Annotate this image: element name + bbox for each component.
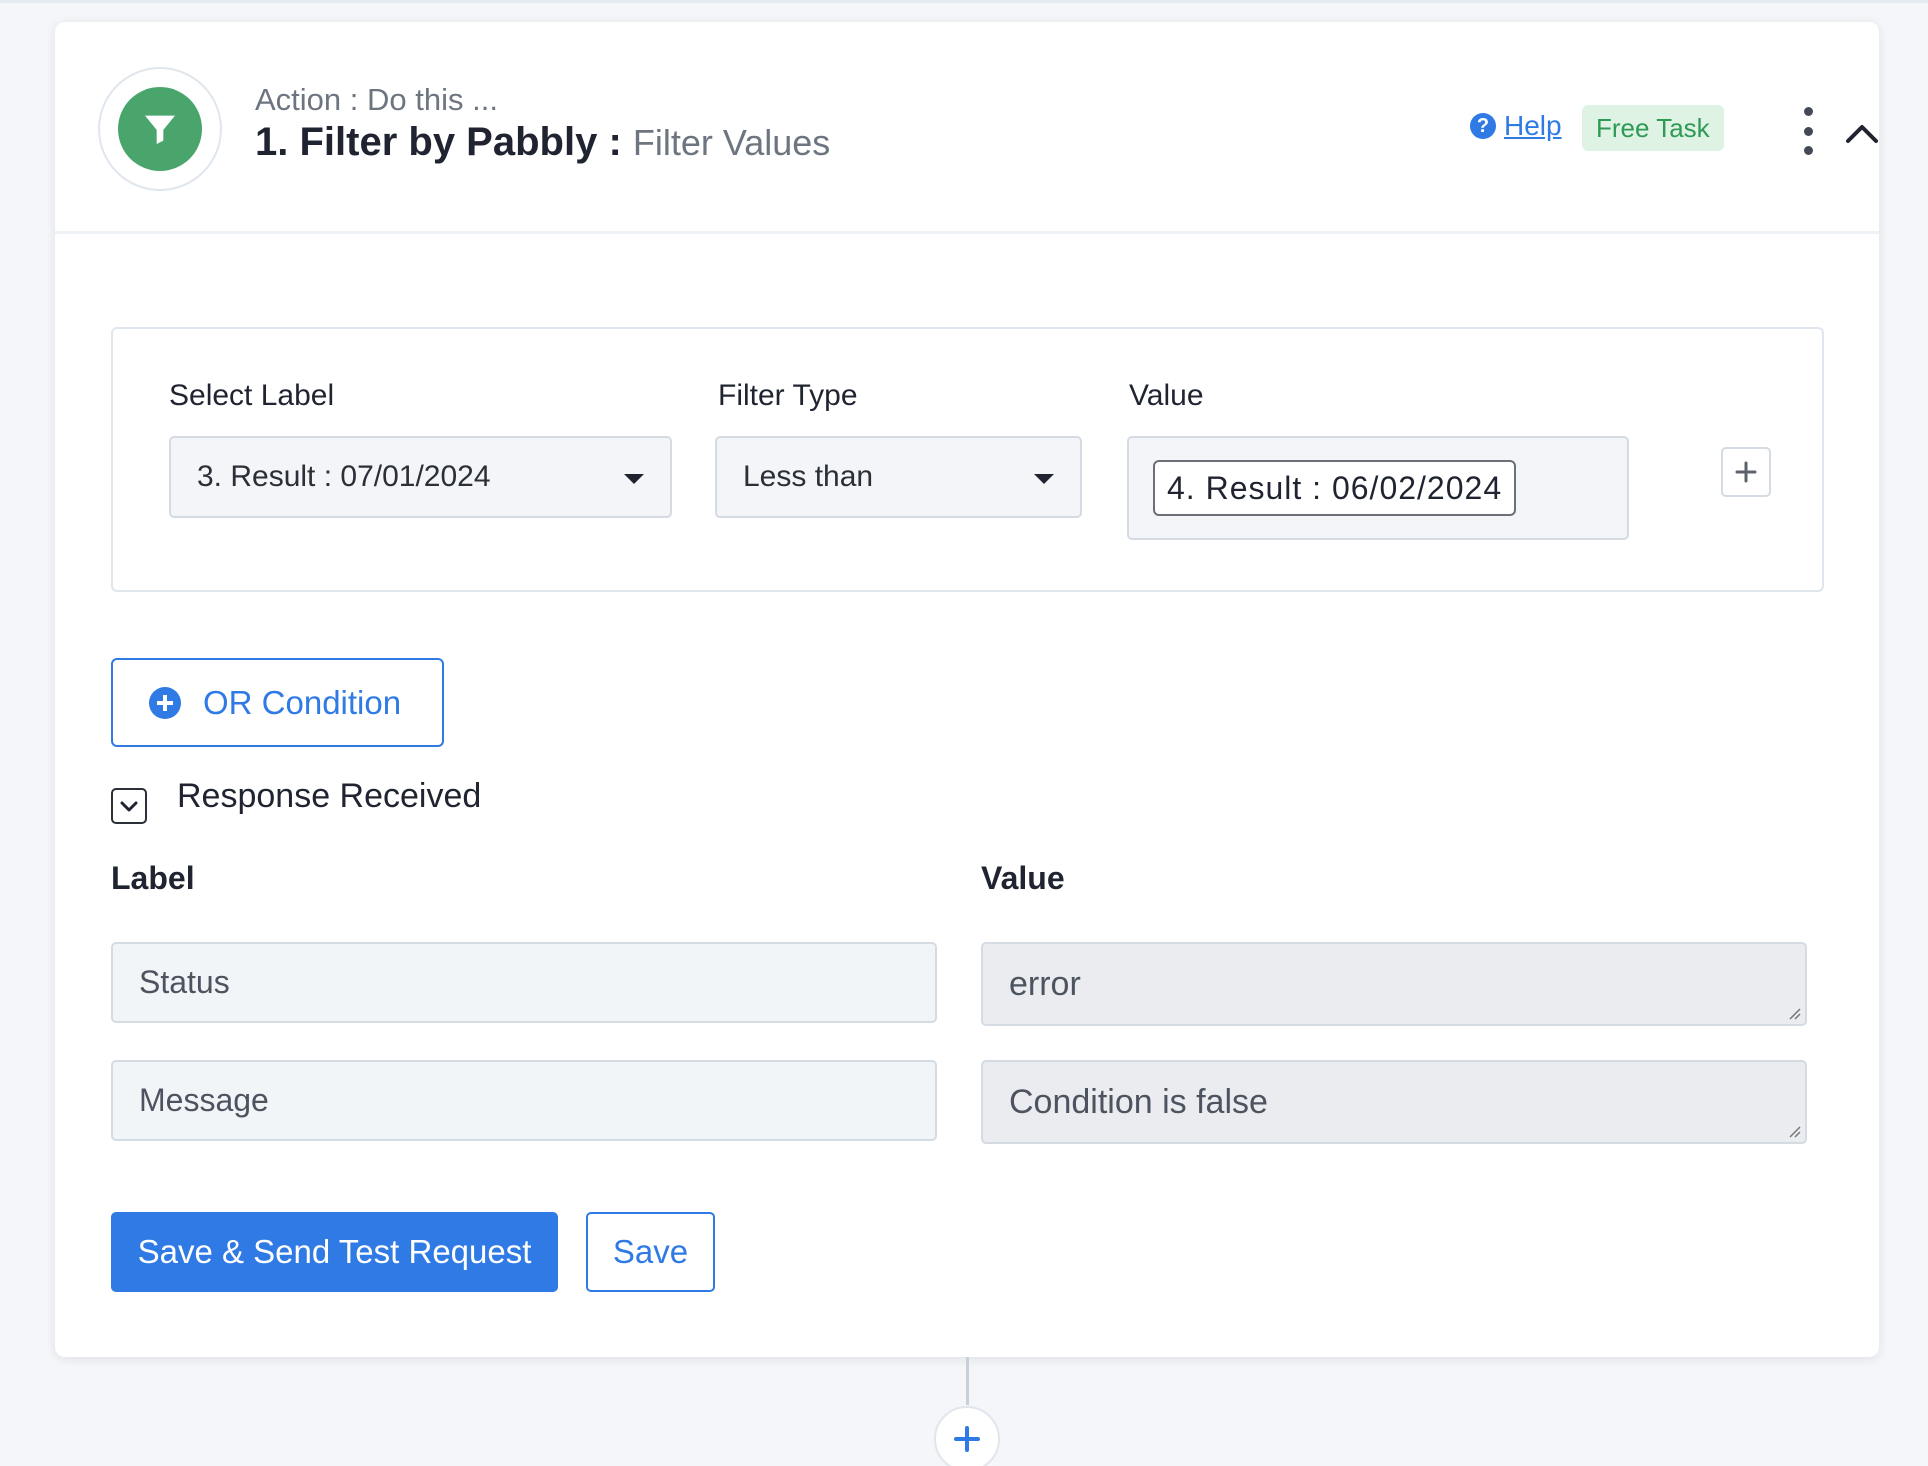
response-value-message[interactable]: Condition is false bbox=[981, 1060, 1807, 1144]
top-divider bbox=[0, 0, 1928, 3]
or-condition-button[interactable]: OR Condition bbox=[111, 658, 444, 747]
plus-icon bbox=[1735, 461, 1757, 483]
filter-type-dropdown[interactable]: Less than bbox=[715, 436, 1082, 518]
select-label-heading: Select Label bbox=[169, 379, 335, 412]
resize-grip-icon[interactable] bbox=[1787, 1124, 1801, 1138]
response-value-text: Condition is false bbox=[1009, 1082, 1268, 1121]
step-app-name: 1. Filter by Pabbly : bbox=[255, 120, 622, 164]
label-column-heading: Label bbox=[111, 860, 195, 896]
more-options-icon[interactable] bbox=[1798, 107, 1818, 155]
resize-grip-icon[interactable] bbox=[1787, 1006, 1801, 1020]
value-input[interactable]: 4. Result : 06/02/2024 bbox=[1127, 436, 1629, 540]
help-label: Help bbox=[1504, 110, 1562, 141]
save-button[interactable]: Save bbox=[586, 1212, 715, 1292]
filter-type-value: Less than bbox=[743, 460, 874, 493]
filter-icon bbox=[118, 87, 202, 171]
response-toggle[interactable] bbox=[111, 788, 147, 824]
action-step-card: Action : Do this ... 1. Filter by Pabbly… bbox=[55, 22, 1879, 1357]
action-subtitle: Action : Do this ... bbox=[255, 82, 498, 117]
caret-down-icon bbox=[624, 474, 644, 484]
step-event-name: Filter Values bbox=[632, 122, 831, 163]
plus-icon bbox=[954, 1426, 980, 1452]
or-condition-label: OR Condition bbox=[203, 683, 402, 721]
chevron-down-icon bbox=[120, 801, 138, 812]
select-label-dropdown[interactable]: 3. Result : 07/01/2024 bbox=[169, 436, 672, 518]
step-connector bbox=[966, 1357, 969, 1405]
response-label-message: Message bbox=[111, 1060, 937, 1141]
select-label-value: 3. Result : 07/01/2024 bbox=[197, 460, 491, 493]
filter-type-heading: Filter Type bbox=[718, 379, 858, 412]
add-step-button[interactable] bbox=[934, 1406, 1000, 1466]
response-received-title: Response Received bbox=[177, 777, 482, 815]
question-circle-icon: ? bbox=[1470, 113, 1496, 139]
step-header[interactable]: Action : Do this ... 1. Filter by Pabbly… bbox=[55, 22, 1879, 234]
filter-condition-group: Select Label Filter Type Value 3. Result… bbox=[111, 327, 1824, 592]
save-and-send-test-button[interactable]: Save & Send Test Request bbox=[111, 1212, 558, 1292]
plus-circle-icon bbox=[149, 686, 181, 719]
response-label-status: Status bbox=[111, 942, 937, 1023]
chevron-up-icon[interactable] bbox=[1845, 122, 1879, 144]
value-heading: Value bbox=[1129, 379, 1204, 412]
response-value-status[interactable]: error bbox=[981, 942, 1807, 1026]
help-link[interactable]: ? Help bbox=[1470, 110, 1562, 142]
app-logo bbox=[98, 67, 222, 191]
value-token[interactable]: 4. Result : 06/02/2024 bbox=[1153, 460, 1517, 516]
response-value-text: error bbox=[1009, 964, 1081, 1003]
add-condition-button[interactable] bbox=[1721, 447, 1771, 497]
free-task-badge: Free Task bbox=[1582, 105, 1724, 151]
caret-down-icon bbox=[1034, 474, 1054, 484]
value-column-heading: Value bbox=[981, 860, 1065, 896]
step-title: 1. Filter by Pabbly : Filter Values bbox=[255, 120, 830, 165]
